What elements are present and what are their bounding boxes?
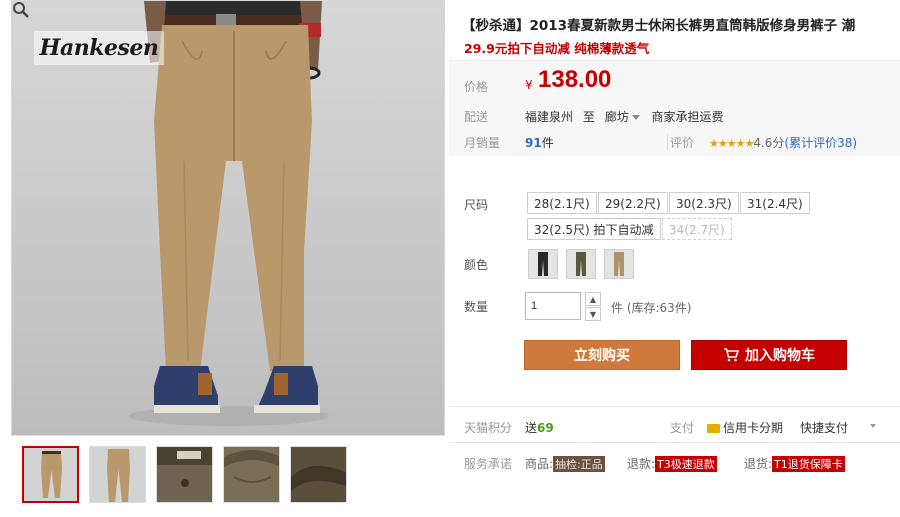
price-value: 138.00 xyxy=(538,66,612,93)
add-to-cart-label: 加入购物车 xyxy=(745,348,815,364)
shipping-to-word: 至 xyxy=(582,110,595,124)
credit-installment[interactable]: 信用卡分期 xyxy=(707,419,783,436)
shipping-label: 配送 xyxy=(464,110,489,124)
size-option[interactable]: 32(2.5尺) 拍下自动减 xyxy=(527,218,661,240)
fast-refund-badge[interactable]: T3极速退款 xyxy=(655,456,717,472)
service-return-label: 退货: xyxy=(744,457,773,471)
color-swatch-image xyxy=(605,250,633,278)
thumbnail-detail-image xyxy=(224,450,279,483)
color-label: 颜色 xyxy=(464,258,489,272)
currency-symbol: ¥ xyxy=(525,78,533,92)
zoom-icon[interactable] xyxy=(12,1,30,19)
cart-icon xyxy=(724,348,739,362)
payment-label: 支付 xyxy=(670,421,695,435)
shipping-destination[interactable]: 廊坊 xyxy=(605,110,644,124)
thumbnail-3[interactable] xyxy=(156,446,213,503)
dropdown-arrow-icon xyxy=(631,115,640,120)
service-refund: 退款: T3极速退款 xyxy=(627,455,717,472)
destination-text: 廊坊 xyxy=(604,110,629,124)
brand-logo: Hankesen xyxy=(34,31,164,65)
shipping-from: 福建泉州 xyxy=(525,110,574,124)
service-return: 退货: T1退货保障卡 xyxy=(744,455,845,472)
thumbnail-detail-image xyxy=(157,447,212,487)
service-goods: 商品: 抽检:正品 xyxy=(525,455,605,472)
monthly-sales-unit: 件 xyxy=(541,136,554,150)
thumbnail-pants-image xyxy=(107,449,130,502)
credit-installment-label: 信用卡分期 xyxy=(723,421,784,435)
pants-photo xyxy=(129,1,329,426)
service-label: 服务承诺 xyxy=(464,457,513,471)
points-send: 送 xyxy=(525,421,538,435)
credit-card-icon xyxy=(707,424,720,433)
product-promo: 29.9元拍下自动减 纯棉薄款透气 xyxy=(464,41,650,56)
size-option[interactable]: 28(2.1尺) xyxy=(527,192,597,214)
buy-now-button[interactable]: 立刻购买 xyxy=(524,340,680,370)
points-amount: 69 xyxy=(537,421,554,435)
quantity-label: 数量 xyxy=(464,300,489,314)
color-swatch-black[interactable] xyxy=(528,249,558,279)
points-label: 天猫积分 xyxy=(464,421,513,435)
buy-now-label: 立刻购买 xyxy=(574,348,630,364)
monthly-sales-label: 月销量 xyxy=(464,136,501,150)
monthly-sales-count: 91 xyxy=(525,136,542,150)
genuine-check-badge[interactable]: 抽检:正品 xyxy=(553,456,605,472)
section-divider xyxy=(449,406,900,407)
add-to-cart-button[interactable]: 加入购物车 xyxy=(691,340,847,370)
size-option[interactable]: 29(2.2尺) xyxy=(598,192,668,214)
shipping-info: 福建泉州 至 廊坊 商家承担运费 xyxy=(525,108,724,125)
size-option-unavailable: 34(2.7尺) xyxy=(662,218,732,240)
service-refund-label: 退款: xyxy=(627,457,656,471)
thumbnail-detail-image xyxy=(291,465,346,491)
stock-info: 件 (库存:63件) xyxy=(611,301,692,315)
price-label: 价格 xyxy=(464,80,489,94)
review-count-link[interactable]: (累计评价38) xyxy=(784,136,857,150)
main-product-image[interactable]: Hankesen xyxy=(11,0,445,436)
rating: ★★★★★4.6分(累计评价38) xyxy=(709,134,857,151)
rating-stars-icon: ★★★★★ xyxy=(709,137,754,150)
return-guarantee-badge[interactable]: T1退货保障卡 xyxy=(772,456,845,472)
size-option[interactable]: 30(2.3尺) xyxy=(669,192,739,214)
thumbnail-2[interactable] xyxy=(89,446,146,503)
thumbnail-4[interactable] xyxy=(223,446,280,503)
section-divider xyxy=(449,442,900,443)
size-option[interactable]: 31(2.4尺) xyxy=(740,192,810,214)
service-goods-label: 商品: xyxy=(525,457,554,471)
color-swatch-army-green[interactable] xyxy=(566,249,596,279)
monthly-sales: 91件 xyxy=(525,134,554,151)
quantity-input[interactable] xyxy=(525,292,581,320)
size-label: 尺码 xyxy=(464,198,489,212)
color-swatch-khaki[interactable] xyxy=(604,249,634,279)
rating-score: 4.6分 xyxy=(753,136,785,150)
thumbnail-pants-image xyxy=(41,451,62,498)
thumbnail-5[interactable] xyxy=(290,446,347,503)
quantity-decrease-button[interactable]: ▼ xyxy=(585,307,601,321)
points-info: 送69 xyxy=(525,419,554,436)
color-swatch-image xyxy=(529,250,557,278)
rating-label: 评价 xyxy=(670,136,695,150)
quick-pay[interactable]: 快捷支付 xyxy=(800,419,848,436)
expand-caret-icon[interactable] xyxy=(870,424,876,428)
quantity-increase-button[interactable]: ▲ xyxy=(585,292,601,306)
product-title: 【秒杀通】2013春夏新款男士休闲长裤男直筒韩版修身男裤子 潮 xyxy=(462,18,856,34)
shipping-fee: 商家承担运费 xyxy=(651,110,724,124)
divider xyxy=(667,134,668,150)
thumbnail-1[interactable] xyxy=(22,446,79,503)
color-swatch-image xyxy=(567,250,595,278)
thumbnail-strip xyxy=(22,446,347,503)
